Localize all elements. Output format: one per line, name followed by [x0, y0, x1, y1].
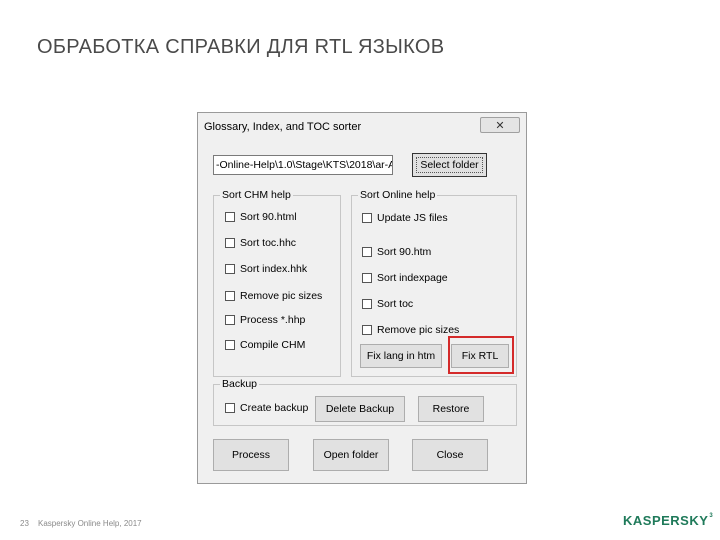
- checkbox-label: Sort indexpage: [377, 272, 448, 284]
- checkbox-box: [362, 325, 372, 335]
- close-icon: ✕: [495, 120, 505, 132]
- checkbox-box: [362, 247, 372, 257]
- checkbox-label: Sort 90.html: [240, 211, 297, 223]
- logo-text: KASPERSKY: [623, 513, 709, 528]
- checkbox-label: Process *.hhp: [240, 314, 306, 326]
- sorter-dialog: Glossary, Index, and TOC sorter ✕ -Onlin…: [197, 112, 527, 484]
- checkbox-box: [362, 299, 372, 309]
- checkbox-label: Remove pic sizes: [377, 324, 460, 336]
- delete-backup-button[interactable]: Delete Backup: [315, 396, 405, 422]
- kaspersky-logo: KASPERSKY3: [623, 513, 713, 528]
- sort-indexpage-checkbox[interactable]: Sort indexpage: [362, 272, 448, 284]
- checkbox-label: Sort toc.hhc: [240, 237, 297, 249]
- checkbox-box: [225, 340, 235, 350]
- checkbox-box: [225, 238, 235, 248]
- sort-online-legend: Sort Online help: [358, 189, 438, 201]
- update-js-files-checkbox[interactable]: Update JS files: [362, 212, 448, 224]
- restore-button[interactable]: Restore: [418, 396, 484, 422]
- checkbox-label: Update JS files: [377, 212, 448, 224]
- select-folder-label: Select folder: [416, 157, 483, 173]
- open-folder-button[interactable]: Open folder: [313, 439, 389, 471]
- checkbox-label: Compile CHM: [240, 339, 306, 351]
- checkbox-label: Remove pic sizes: [240, 290, 323, 302]
- dialog-title: Glossary, Index, and TOC sorter: [204, 121, 362, 133]
- process-hhp-checkbox[interactable]: Process *.hhp: [225, 314, 305, 326]
- sort-90-html-checkbox[interactable]: Sort 90.html: [225, 211, 297, 223]
- create-backup-checkbox[interactable]: Create backup: [225, 402, 308, 414]
- checkbox-label: Sort index.hhk: [240, 263, 308, 275]
- checkbox-box: [225, 315, 235, 325]
- remove-pic-sizes-online-checkbox[interactable]: Remove pic sizes: [362, 324, 459, 336]
- close-button[interactable]: Close: [412, 439, 488, 471]
- sort-index-hhk-checkbox[interactable]: Sort index.hhk: [225, 263, 307, 275]
- footer-text: Kaspersky Online Help, 2017: [38, 519, 142, 528]
- sort-90-htm-checkbox[interactable]: Sort 90.htm: [362, 246, 431, 258]
- checkbox-box: [225, 291, 235, 301]
- sort-toc-checkbox[interactable]: Sort toc: [362, 298, 413, 310]
- select-folder-button[interactable]: Select folder: [412, 153, 487, 177]
- footer-page-number: 23: [20, 519, 29, 528]
- checkbox-label: Sort 90.htm: [377, 246, 432, 258]
- compile-chm-checkbox[interactable]: Compile CHM: [225, 339, 305, 351]
- sort-toc-hhc-checkbox[interactable]: Sort toc.hhc: [225, 237, 296, 249]
- sort-chm-legend: Sort CHM help: [220, 189, 293, 201]
- folder-path-input[interactable]: -Online-Help\1.0\Stage\KTS\2018\ar-AE: [213, 155, 393, 175]
- process-button[interactable]: Process: [213, 439, 289, 471]
- checkbox-label: Create backup: [240, 402, 309, 414]
- checkbox-box: [225, 264, 235, 274]
- checkbox-label: Sort toc: [377, 298, 414, 310]
- logo-mark: 3: [709, 513, 714, 519]
- checkbox-box: [225, 403, 235, 413]
- fix-lang-button[interactable]: Fix lang in htm: [360, 344, 442, 368]
- checkbox-box: [362, 273, 372, 283]
- slide-title: ОБРАБОТКА СПРАВКИ ДЛЯ RTL ЯЗЫКОВ: [37, 36, 445, 58]
- backup-legend: Backup: [220, 378, 260, 390]
- close-window-button[interactable]: ✕: [480, 117, 520, 133]
- fix-rtl-highlight: [448, 336, 514, 374]
- remove-pic-sizes-chm-checkbox[interactable]: Remove pic sizes: [225, 290, 322, 302]
- checkbox-box: [225, 212, 235, 222]
- checkbox-box: [362, 213, 372, 223]
